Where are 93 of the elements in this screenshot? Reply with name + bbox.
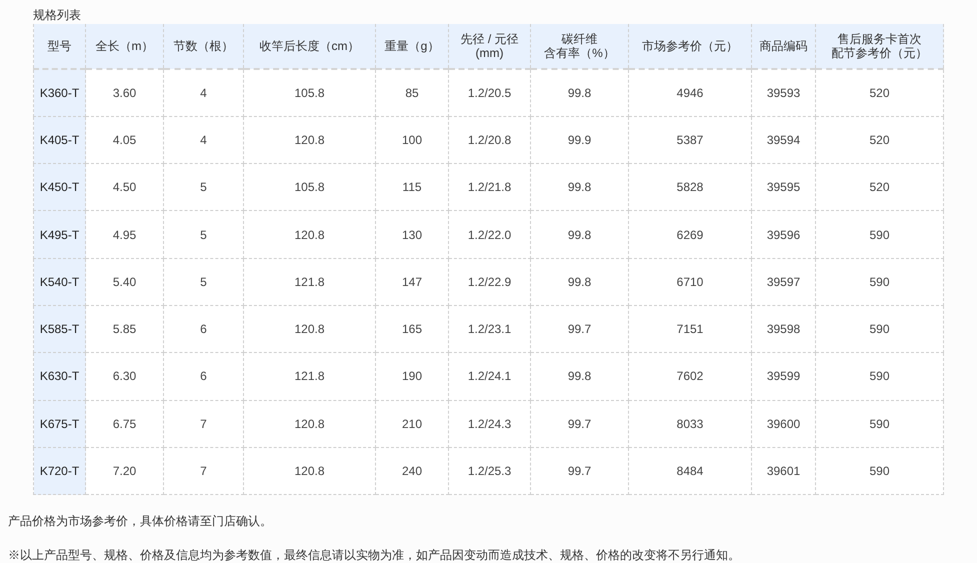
table-cell: 99.7 xyxy=(530,400,628,448)
table-cell: 39593 xyxy=(752,69,816,116)
table-cell: 39595 xyxy=(752,164,816,211)
table-cell: 5.40 xyxy=(86,258,164,306)
table-cell: 520 xyxy=(816,69,944,116)
table-cell: 120.8 xyxy=(244,305,376,353)
table-cell: 5387 xyxy=(628,116,752,164)
footnote: ※以上产品型号、规格、价格及信息均为参考数值，最终信息请以实物为准，如产品因变动而造成技术、规格、价格的改变将不另行通知。 xyxy=(8,547,740,563)
table-cell: 39599 xyxy=(752,352,816,400)
table-cell: 590 xyxy=(816,258,944,306)
model-cell: K630-T xyxy=(34,352,86,400)
table-cell: 6 xyxy=(164,305,244,353)
table-cell: 4.05 xyxy=(86,116,164,164)
model-cell: K360-T xyxy=(34,69,86,116)
table-cell: 7602 xyxy=(628,352,752,400)
table-cell: 99.7 xyxy=(530,447,628,495)
table-cell: 39601 xyxy=(752,447,816,495)
table-cell: 4.50 xyxy=(86,164,164,211)
table-title: 规格列表 xyxy=(33,7,81,24)
table-cell: 39600 xyxy=(752,400,816,448)
table-cell: 4 xyxy=(164,116,244,164)
table-cell: 8484 xyxy=(628,447,752,495)
table-cell: 121.8 xyxy=(244,258,376,306)
table-cell: 520 xyxy=(816,164,944,211)
model-cell: K540-T xyxy=(34,258,86,306)
table-cell: 6710 xyxy=(628,258,752,306)
table-cell: 5 xyxy=(164,164,244,211)
table-cell: 99.8 xyxy=(530,164,628,211)
table-cell: 590 xyxy=(816,447,944,495)
model-cell: K450-T xyxy=(34,164,86,211)
table-cell: 590 xyxy=(816,210,944,258)
table-cell: 3.60 xyxy=(86,69,164,116)
table-cell: 6269 xyxy=(628,210,752,258)
model-cell: K495-T xyxy=(34,210,86,258)
table-cell: 130 xyxy=(376,210,448,258)
model-cell: K720-T xyxy=(34,447,86,495)
table-cell: 7 xyxy=(164,400,244,448)
table-cell: 590 xyxy=(816,305,944,353)
table-cell: 590 xyxy=(816,400,944,448)
table-cell: 8033 xyxy=(628,400,752,448)
table-cell: 99.8 xyxy=(530,210,628,258)
table-cell: 1.2/22.9 xyxy=(448,258,530,306)
table-cell: 190 xyxy=(376,352,448,400)
table-cell: 1.2/22.0 xyxy=(448,210,530,258)
table-cell: 240 xyxy=(376,447,448,495)
table-cell: 120.8 xyxy=(244,116,376,164)
table-cell: 1.2/24.3 xyxy=(448,400,530,448)
table-cell: 1.2/23.1 xyxy=(448,305,530,353)
model-cell: K405-T xyxy=(34,116,86,164)
table-cell: 99.8 xyxy=(530,258,628,306)
table-cell: 5828 xyxy=(628,164,752,211)
table-cell: 120.8 xyxy=(244,210,376,258)
table-cell: 520 xyxy=(816,116,944,164)
table-cell: 7151 xyxy=(628,305,752,353)
table-cell: 6 xyxy=(164,352,244,400)
table-cell: 1.2/21.8 xyxy=(448,164,530,211)
table-cell: 165 xyxy=(376,305,448,353)
table-cell: 4946 xyxy=(628,69,752,116)
table-cell: 120.8 xyxy=(244,447,376,495)
table-cell: 100 xyxy=(376,116,448,164)
table-cell: 7 xyxy=(164,447,244,495)
table-cell: 121.8 xyxy=(244,352,376,400)
table-cell: 5.85 xyxy=(86,305,164,353)
table-cell: 105.8 xyxy=(244,69,376,116)
table-cell: 1.2/24.1 xyxy=(448,352,530,400)
table-cell: 39596 xyxy=(752,210,816,258)
model-cell: K675-T xyxy=(34,400,86,448)
table-cell: 6.75 xyxy=(86,400,164,448)
table-cell: 115 xyxy=(376,164,448,211)
table-cell: 99.9 xyxy=(530,116,628,164)
table-cell: 147 xyxy=(376,258,448,306)
table-cell: 99.7 xyxy=(530,305,628,353)
table-cell: 590 xyxy=(816,352,944,400)
table-cell: 1.2/20.5 xyxy=(448,69,530,116)
model-cell: K585-T xyxy=(34,305,86,353)
table-cell: 1.2/25.3 xyxy=(448,447,530,495)
table-cell: 6.30 xyxy=(86,352,164,400)
table-cell: 4.95 xyxy=(86,210,164,258)
table-cell: 4 xyxy=(164,69,244,116)
table-cell: 39597 xyxy=(752,258,816,306)
table-cell: 99.8 xyxy=(530,69,628,116)
table-cell: 39594 xyxy=(752,116,816,164)
table-cell: 120.8 xyxy=(244,400,376,448)
table-cell: 5 xyxy=(164,210,244,258)
table-cell: 5 xyxy=(164,258,244,306)
table-cell: 105.8 xyxy=(244,164,376,211)
table-cell: 85 xyxy=(376,69,448,116)
table-cell: 39598 xyxy=(752,305,816,353)
table-cell: 7.20 xyxy=(86,447,164,495)
table-cell: 99.8 xyxy=(530,352,628,400)
footnote: 产品价格为市场参考价，具体价格请至门店确认。 xyxy=(8,513,272,530)
table-cell: 1.2/20.8 xyxy=(448,116,530,164)
table-cell: 210 xyxy=(376,400,448,448)
